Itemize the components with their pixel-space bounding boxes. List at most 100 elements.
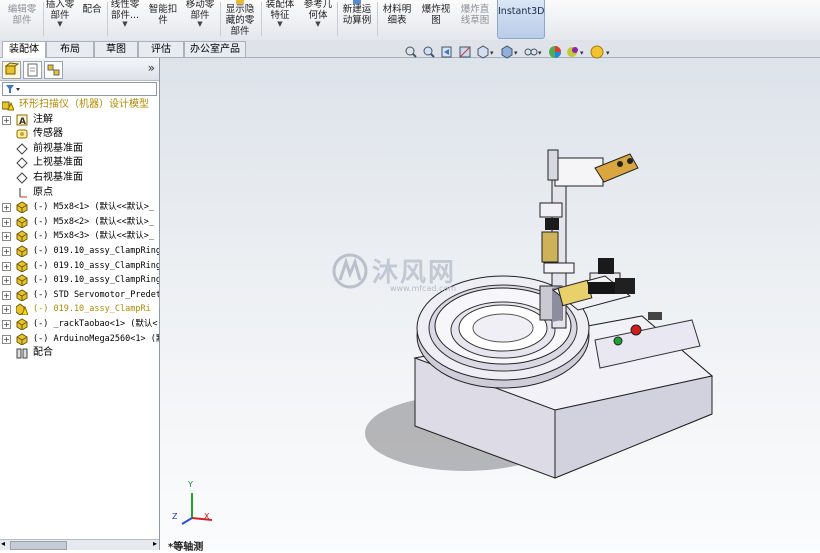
scroll-right-icon[interactable]: ▸ bbox=[153, 539, 157, 548]
watermark: 沐风网 www.mfcad.com bbox=[330, 252, 500, 295]
tree-item[interactable]: + (-) M5x8<1> (默认<<默认>_ bbox=[0, 200, 159, 214]
horizontal-scrollbar[interactable]: ◂ ▸ bbox=[0, 539, 159, 550]
expand-toggle[interactable]: + bbox=[2, 261, 11, 271]
tree-item[interactable]: + (-) M5x8<2> (默认<<默认>_ bbox=[0, 215, 159, 229]
tab-office-products[interactable]: 办公室产品 bbox=[184, 41, 246, 57]
tree-item-label: 右视基准面 bbox=[33, 172, 83, 183]
tree-item[interactable]: 传感器 bbox=[0, 127, 159, 141]
tree-item[interactable]: 前视基准面 bbox=[0, 142, 159, 156]
expand-toggle[interactable]: + bbox=[2, 276, 11, 286]
tree-item[interactable]: 右视基准面 bbox=[0, 171, 159, 185]
filter-icon bbox=[6, 85, 20, 93]
smart-fasteners-button[interactable]: 智能扣 件 bbox=[144, 0, 182, 38]
tree-item[interactable]: 上视基准面 bbox=[0, 156, 159, 170]
explode-line-sketch-button[interactable]: 爆炸直 线草图 bbox=[456, 0, 494, 38]
property-icon bbox=[27, 63, 38, 77]
part-icon bbox=[16, 260, 28, 272]
tree-item-label: (-) 019.10_assy_ClampRing. bbox=[33, 275, 159, 286]
sensor-icon bbox=[16, 129, 28, 139]
feature-manager-tab[interactable] bbox=[2, 61, 21, 79]
svg-text:▾: ▾ bbox=[606, 49, 610, 57]
expand-toggle[interactable]: + bbox=[2, 203, 11, 213]
mates-icon bbox=[16, 348, 28, 359]
svg-text:▾: ▾ bbox=[514, 49, 518, 57]
new-motion-study-label: 新建运 动算例 bbox=[342, 4, 372, 26]
edit-appearance-icon bbox=[549, 46, 561, 58]
reference-geometry-button[interactable]: 参考几 何体 ▼ bbox=[300, 0, 336, 38]
expand-toggle[interactable]: + bbox=[2, 305, 11, 315]
scrollbar-thumb[interactable] bbox=[10, 541, 67, 550]
show-hidden-components-button[interactable]: 显示隐 藏的零 部件 bbox=[221, 0, 259, 38]
tab-evaluate[interactable]: 评估 bbox=[138, 41, 184, 57]
instant3d-button[interactable]: Instant3D bbox=[497, 0, 545, 39]
axis-x-label: X bbox=[204, 512, 210, 521]
tree-item[interactable]: + A 注解 bbox=[0, 113, 159, 127]
chevron-down-icon: ▼ bbox=[277, 20, 283, 28]
tree-item[interactable]: + (-) ArduinoMega2560<1> (默 bbox=[0, 332, 159, 346]
tree-item-label: (-) ArduinoMega2560<1> (默 bbox=[33, 333, 159, 344]
expand-toggle[interactable]: + bbox=[2, 320, 11, 329]
filter-input[interactable] bbox=[2, 82, 157, 96]
tab-sketch[interactable]: 草图 bbox=[94, 41, 138, 57]
command-manager-ribbon: 编辑零 部件 插入零 部件 ▼ 配合 线性零 部件... ▼ 智能扣 件 移动零… bbox=[0, 0, 820, 41]
smart-fasteners-label: 智能扣 件 bbox=[148, 4, 178, 26]
tree-item[interactable]: + (-) 019.10_assy_ClampRing. bbox=[0, 244, 159, 258]
show-hidden-label: 显示隐 藏的零 部件 bbox=[225, 4, 255, 37]
configuration-manager-tab[interactable] bbox=[44, 61, 63, 79]
part-warning-icon bbox=[16, 303, 28, 316]
tree-item-label: (-) 019.10_assy_ClampRing. bbox=[33, 260, 159, 271]
exploded-view-button[interactable]: 爆炸视 图 bbox=[418, 0, 454, 38]
apply-scene-icon: ▾ bbox=[567, 47, 584, 57]
view-name-label: *等轴测 bbox=[168, 542, 204, 553]
zoom-to-area-icon bbox=[423, 46, 435, 58]
chevron-down-icon: ▼ bbox=[197, 20, 203, 28]
tree-item-label: (-) M5x8<3> (默认<<默认>_ bbox=[33, 231, 154, 242]
move-component-button[interactable]: 移动零 部件 ▼ bbox=[182, 0, 218, 38]
move-component-label: 移动零 部件 bbox=[185, 0, 215, 21]
tree-item[interactable]: + (-) 019.10_assy_ClampRing. bbox=[0, 259, 159, 273]
expand-toggle[interactable]: + bbox=[2, 290, 11, 300]
expand-toggle[interactable]: + bbox=[2, 247, 11, 256]
display-panel bbox=[648, 312, 662, 320]
tree-item-label: (-) _rackTaobao<1> (默认< bbox=[33, 319, 158, 329]
assembly-features-label: 装配体 特征 bbox=[265, 0, 295, 21]
tree-item[interactable]: 配合 bbox=[0, 346, 159, 360]
part-icon bbox=[16, 201, 28, 214]
tree-item[interactable]: + (-) 019.10_assy_ClampRi bbox=[0, 302, 159, 316]
tree-item[interactable]: + (-) 019.10_assy_ClampRing. bbox=[0, 273, 159, 287]
feature-tree-icon bbox=[4, 62, 20, 75]
expand-toggle[interactable]: + bbox=[2, 115, 11, 125]
svg-text:A: A bbox=[19, 117, 26, 126]
tree-item[interactable]: 原点 bbox=[0, 186, 159, 200]
tree-root-item[interactable]: 环形扫描仪（机器）设计模型 bbox=[0, 98, 159, 112]
tree-item[interactable]: + (-) _rackTaobao<1> (默认< bbox=[0, 317, 159, 331]
expand-toggle[interactable]: + bbox=[2, 334, 11, 344]
new-motion-study-button[interactable]: 新建运 动算例 bbox=[338, 0, 376, 38]
linear-pattern-button[interactable]: 线性零 部件... ▼ bbox=[108, 0, 142, 38]
expand-toggle[interactable]: + bbox=[2, 232, 11, 242]
property-manager-tab[interactable] bbox=[23, 61, 42, 79]
tree-item-label: 前视基准面 bbox=[33, 142, 83, 154]
tree-item-label: 配合 bbox=[33, 347, 53, 359]
assembly-warning-icon bbox=[2, 101, 14, 111]
tab-assembly[interactable]: 装配体 bbox=[2, 41, 46, 58]
insert-component-button[interactable]: 插入零 部件 ▼ bbox=[44, 0, 76, 38]
mate-button[interactable]: 配合 bbox=[78, 0, 106, 38]
tree-item-label: 环形扫描仪（机器）设计模型 bbox=[19, 99, 149, 110]
panel-toolbar: » bbox=[0, 58, 159, 81]
exploded-view-label: 爆炸视 图 bbox=[421, 4, 451, 26]
edit-component-button[interactable]: 编辑零 部件 bbox=[2, 0, 42, 38]
expand-panel-icon[interactable]: » bbox=[148, 61, 155, 75]
scroll-left-icon[interactable]: ◂ bbox=[1, 539, 5, 548]
tree-item[interactable]: + (-) M5x8<3> (默认<<默认>_ bbox=[0, 229, 159, 243]
model-render[interactable] bbox=[160, 58, 820, 550]
tree-item[interactable]: + (-) STD Servomotor_Predet. bbox=[0, 288, 159, 302]
svg-text:▾: ▾ bbox=[538, 49, 542, 57]
tree-item-label: (-) STD Servomotor_Predet. bbox=[33, 289, 159, 300]
start-button bbox=[613, 336, 623, 346]
assembly-features-button[interactable]: 装配体 特征 ▼ bbox=[262, 0, 298, 38]
bill-of-materials-button[interactable]: 材料明 细表 bbox=[378, 0, 416, 38]
expand-toggle[interactable]: + bbox=[2, 217, 11, 227]
tab-layout[interactable]: 布局 bbox=[46, 41, 94, 57]
watermark-url: www.mfcad.com bbox=[390, 284, 457, 293]
